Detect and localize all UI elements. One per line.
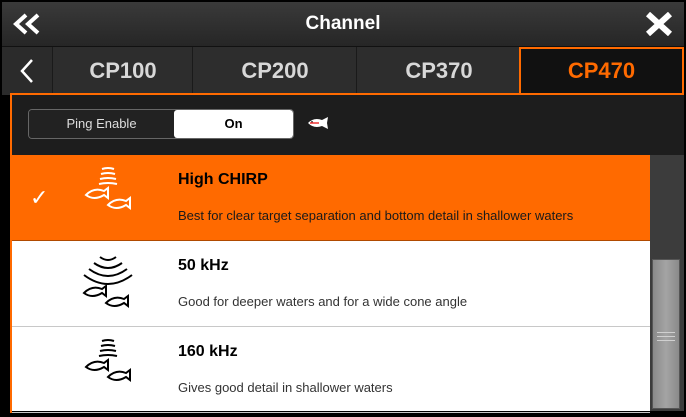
page-title: Channel [305, 13, 381, 34]
scrollbar[interactable] [650, 155, 684, 411]
wide-beam-fish-icon [82, 256, 133, 308]
list-item-160khz[interactable]: 160 kHz Gives good detail in shallower w… [12, 327, 650, 413]
tab-cp200[interactable]: CP200 [192, 47, 357, 95]
ping-enable-value[interactable]: On [174, 110, 293, 138]
check-icon: ✓ [30, 185, 49, 210]
close-x-icon [645, 12, 673, 36]
list-item-50khz[interactable]: 50 kHz Good for deeper waters and for a … [12, 241, 650, 327]
list-item-high-chirp[interactable]: ✓ High CHIRP Best for clear target separ… [12, 155, 650, 241]
tab-cp370[interactable]: CP370 [356, 47, 521, 95]
grip-line [657, 340, 675, 341]
tab-prev-button[interactable] [2, 47, 52, 95]
item-title: 160 kHz [178, 343, 238, 360]
ping-enable-toggle[interactable]: Ping Enable On [28, 109, 294, 139]
channel-dialog: Channel CP100 CP200 CP370 CP470 Ping Ena… [0, 0, 686, 417]
ping-row: Ping Enable On [12, 95, 684, 155]
item-title: High CHIRP [178, 171, 268, 188]
chevron-left-icon [20, 59, 33, 83]
close-button[interactable] [634, 2, 684, 46]
frequency-list: ✓ High CHIRP Best for clear target separ… [12, 155, 650, 413]
item-description: Best for clear target separation and bot… [178, 208, 574, 223]
channel-tabs: CP100 CP200 CP370 CP470 [2, 47, 684, 95]
narrow-beam-fish-icon [84, 167, 131, 210]
item-description: Gives good detail in shallower waters [178, 380, 393, 395]
narrow-beam-fish-icon [84, 339, 131, 382]
grip-line [657, 336, 675, 337]
grip-line [657, 332, 675, 333]
tab-cp470[interactable]: CP470 [519, 47, 684, 95]
scrollbar-thumb[interactable] [652, 259, 680, 409]
title-bar: Channel [2, 2, 684, 47]
ping-enable-label: Ping Enable [29, 110, 174, 138]
fish-ping-icon [308, 117, 328, 129]
item-description: Good for deeper waters and for a wide co… [178, 294, 468, 309]
item-title: 50 kHz [178, 257, 229, 274]
tab-cp100[interactable]: CP100 [52, 47, 193, 95]
